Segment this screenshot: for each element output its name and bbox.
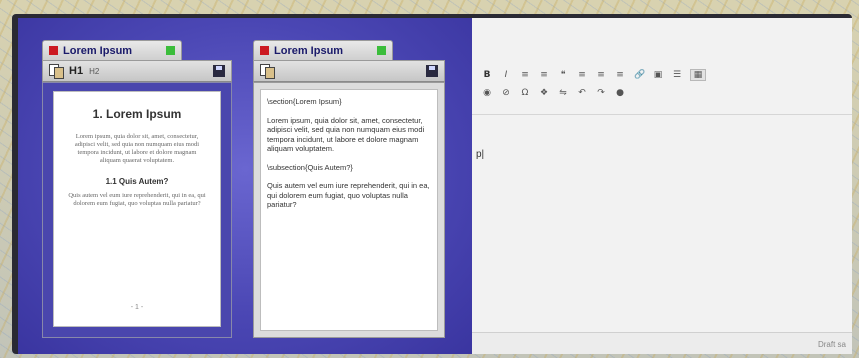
paste-text-button[interactable]: ◉ [482, 88, 492, 98]
align-left-button[interactable]: ≡ [577, 70, 587, 80]
editor-text-area[interactable]: p| [476, 149, 484, 160]
source-window-body: \section{Lorem Ipsum} Lorem ipsum, quia … [253, 82, 445, 338]
link-button[interactable]: 🔗 [634, 70, 645, 80]
editor-panel: B I ≡ ≡ ❝ ≡ ≡ ≡ 🔗 ▣ ☰ ▦ ◉ ⊘ Ω ❖ ⇋ ↶ ↷ ● … [472, 18, 852, 354]
italic-button[interactable]: I [501, 70, 511, 80]
editor-toolbar: B I ≡ ≡ ❝ ≡ ≡ ≡ 🔗 ▣ ☰ ▦ ◉ ⊘ Ω ❖ ⇋ ↶ ↷ ● [482, 66, 706, 102]
toolbar-divider [472, 114, 852, 115]
save-icon[interactable] [213, 65, 225, 77]
special-character-button[interactable]: Ω [520, 88, 530, 98]
indent-button[interactable]: ⇋ [558, 88, 568, 98]
source-text-area[interactable]: \section{Lorem Ipsum} Lorem ipsum, quia … [260, 89, 438, 331]
source-window-tab[interactable]: Lorem Ipsum [253, 40, 393, 60]
preview-window: Lorem Ipsum H1 H2 1. Lorem Ipsum Lorem i… [42, 40, 232, 338]
window-title: Lorem Ipsum [63, 44, 133, 57]
bullet-list-button[interactable]: ≡ [520, 70, 530, 80]
document-subheading: 1.1 Quis Autem? [105, 177, 169, 186]
document-paragraph: Lorem ipsum, quia dolor sit, amet, conse… [74, 133, 200, 164]
save-icon[interactable] [426, 65, 438, 77]
bold-button[interactable]: B [482, 70, 492, 80]
maximize-icon[interactable] [377, 46, 386, 55]
undo-button[interactable]: ↶ [577, 88, 587, 98]
source-line: \subsection{Quis Autem?} [267, 162, 353, 172]
editor-status-bar: Draft sa [472, 332, 852, 354]
blockquote-button[interactable]: ❝ [558, 70, 568, 80]
toolbar-toggle-button[interactable]: ▦ [690, 69, 706, 81]
preview-window-tab[interactable]: Lorem Ipsum [42, 40, 182, 60]
insert-more-button[interactable]: ▣ [653, 70, 663, 80]
close-icon[interactable] [49, 46, 58, 55]
source-window-toolbar [253, 60, 445, 82]
outdent-button[interactable]: ❖ [539, 88, 549, 98]
align-center-button[interactable]: ≡ [596, 70, 606, 80]
copy-icon[interactable] [260, 64, 275, 79]
source-line: Quis autem vel eum iure reprehenderit, q… [267, 181, 430, 209]
preview-window-body: 1. Lorem Ipsum Lorem ipsum, quia dolor s… [42, 82, 232, 338]
editor-toolbar-row-2: ◉ ⊘ Ω ❖ ⇋ ↶ ↷ ● [482, 84, 705, 102]
window-title: Lorem Ipsum [274, 44, 344, 57]
preview-page: 1. Lorem Ipsum Lorem ipsum, quia dolor s… [53, 91, 221, 327]
editor-toolbar-row-1: B I ≡ ≡ ❝ ≡ ≡ ≡ 🔗 ▣ ☰ ▦ [482, 66, 706, 84]
redo-button[interactable]: ↷ [596, 88, 606, 98]
help-button[interactable]: ● [615, 88, 625, 98]
close-icon[interactable] [260, 46, 269, 55]
source-line: \section{Lorem Ipsum} [267, 97, 342, 106]
fullscreen-button[interactable]: ☰ [672, 70, 682, 80]
page-number: - 1 - [130, 304, 144, 311]
align-right-button[interactable]: ≡ [615, 70, 625, 80]
clear-formatting-button[interactable]: ⊘ [501, 88, 511, 98]
copy-icon[interactable] [49, 64, 64, 79]
preview-window-toolbar: H1 H2 [42, 60, 232, 82]
document-heading: 1. Lorem Ipsum [92, 107, 182, 121]
heading2-button[interactable]: H2 [89, 67, 99, 76]
source-line: Lorem ipsum, quia dolor sit, amet, conse… [267, 115, 425, 154]
heading1-button[interactable]: H1 [69, 65, 83, 77]
numbered-list-button[interactable]: ≡ [539, 70, 549, 80]
document-paragraph: Quis autem vel eum iure reprehenderit, q… [68, 192, 206, 207]
source-window: Lorem Ipsum \section{Lorem Ipsum} Lorem … [253, 40, 445, 338]
maximize-icon[interactable] [166, 46, 175, 55]
